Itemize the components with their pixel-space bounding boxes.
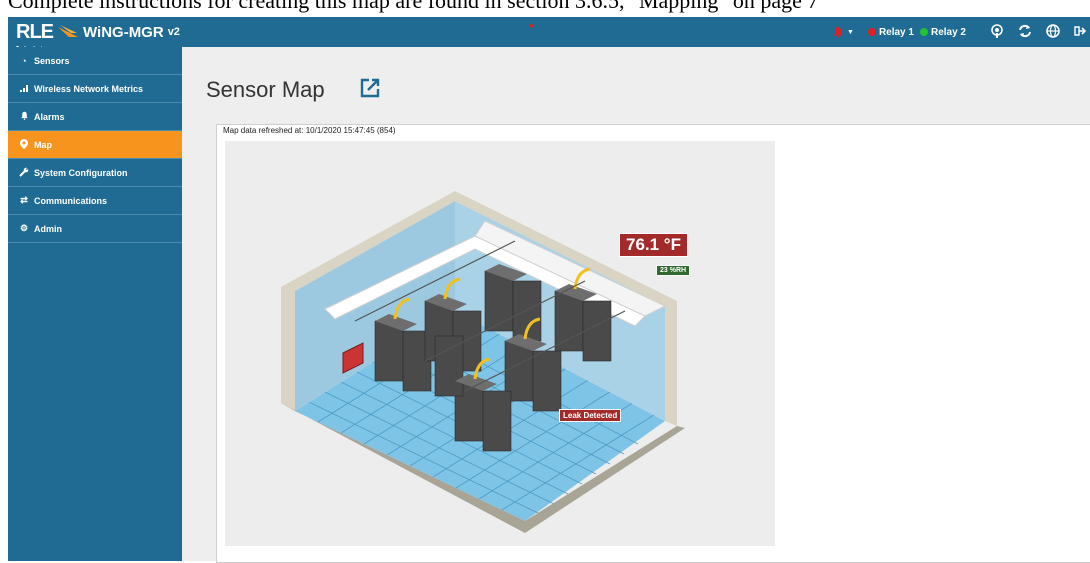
sidebar-item-label: Communications [34,195,108,206]
top-bar: RLE Technologies WiNG-MGR v2 ● ▼ Relay 1… [8,17,1090,52]
bell-icon [18,111,30,122]
sidebar-item-label: Map [34,139,52,150]
status-indicator-icon: ● [529,21,534,30]
sidebar-item-label: Alarms [34,111,65,122]
dashboard-icon: ◔ [21,55,27,66]
leak-detected-badge[interactable]: Leak Detected [559,409,622,422]
relay-1-indicator [867,27,876,36]
logo-rle: RLE Technologies [16,22,54,52]
sidebar-item-sensors[interactable]: ◔ Sensors [8,47,182,75]
page-title: Sensor Map [206,77,325,102]
sidebar-item-label: Wireless Network Metrics [34,83,143,94]
logout-icon[interactable] [1074,25,1087,40]
map-pin-icon [18,138,30,151]
sidebar-item-alarms[interactable]: Alarms [8,103,182,131]
globe-icon[interactable] [1046,23,1060,41]
map-panel: Map data refreshed at: 10/1/2020 15:47:4… [216,124,1090,563]
wrench-icon [18,167,30,179]
bell-icon [833,27,843,38]
cogs-icon: ⚙ [19,223,29,233]
main-content: Sensor Map Map data refreshed at: 10/1/2… [182,47,1090,563]
app-name: WiNG-MGR [83,23,164,41]
humidity-sensor-badge[interactable]: 23 %RH [656,265,691,276]
sidebar-item-communications[interactable]: ⇄ Communications [8,187,182,215]
document-caption: Complete instructions for creating this … [8,0,819,13]
app-logo[interactable]: RLE Technologies WiNG-MGR v2 [16,21,180,52]
chevron-down-icon: ▼ [847,28,854,36]
sidebar-item-label: Admin [34,223,62,234]
sensor-map-canvas[interactable]: 76.1 °F 23 %RH Leak Detected [225,141,775,546]
signal-bars-icon [18,84,30,94]
wireless-broadcast-icon[interactable] [990,23,1004,41]
sidebar-item-system-configuration[interactable]: System Configuration [8,159,182,187]
app-version: v2 [167,26,180,38]
relay-2-status[interactable]: Relay 2 [919,26,966,38]
refresh-icon[interactable] [1018,24,1032,41]
relay-1-label: Relay 1 [878,26,914,38]
sidebar-nav: ◔ Sensors Wireless Network Metrics Alarms… [8,47,182,561]
sidebar-item-label: Sensors [34,55,70,66]
wing-swoosh-icon [58,25,78,37]
sidebar-item-label: System Configuration [34,167,128,178]
relay-2-indicator [919,27,928,36]
relay-1-status[interactable]: Relay 1 [867,26,914,38]
sidebar-item-admin[interactable]: ⚙ Admin [8,215,182,243]
sidebar-item-map[interactable]: Map [8,131,182,159]
alarm-dropdown[interactable]: ▼ [832,26,854,38]
exchange-arrows-icon: ⇄ [20,195,28,205]
external-link-icon[interactable] [359,77,381,99]
temperature-sensor-badge[interactable]: 76.1 °F [619,233,688,257]
relay-2-label: Relay 2 [930,26,966,38]
datacenter-room-illustration [281,191,685,533]
sidebar-item-wireless-network-metrics[interactable]: Wireless Network Metrics [8,75,182,103]
refresh-timestamp: Map data refreshed at: 10/1/2020 15:47:4… [223,126,396,135]
